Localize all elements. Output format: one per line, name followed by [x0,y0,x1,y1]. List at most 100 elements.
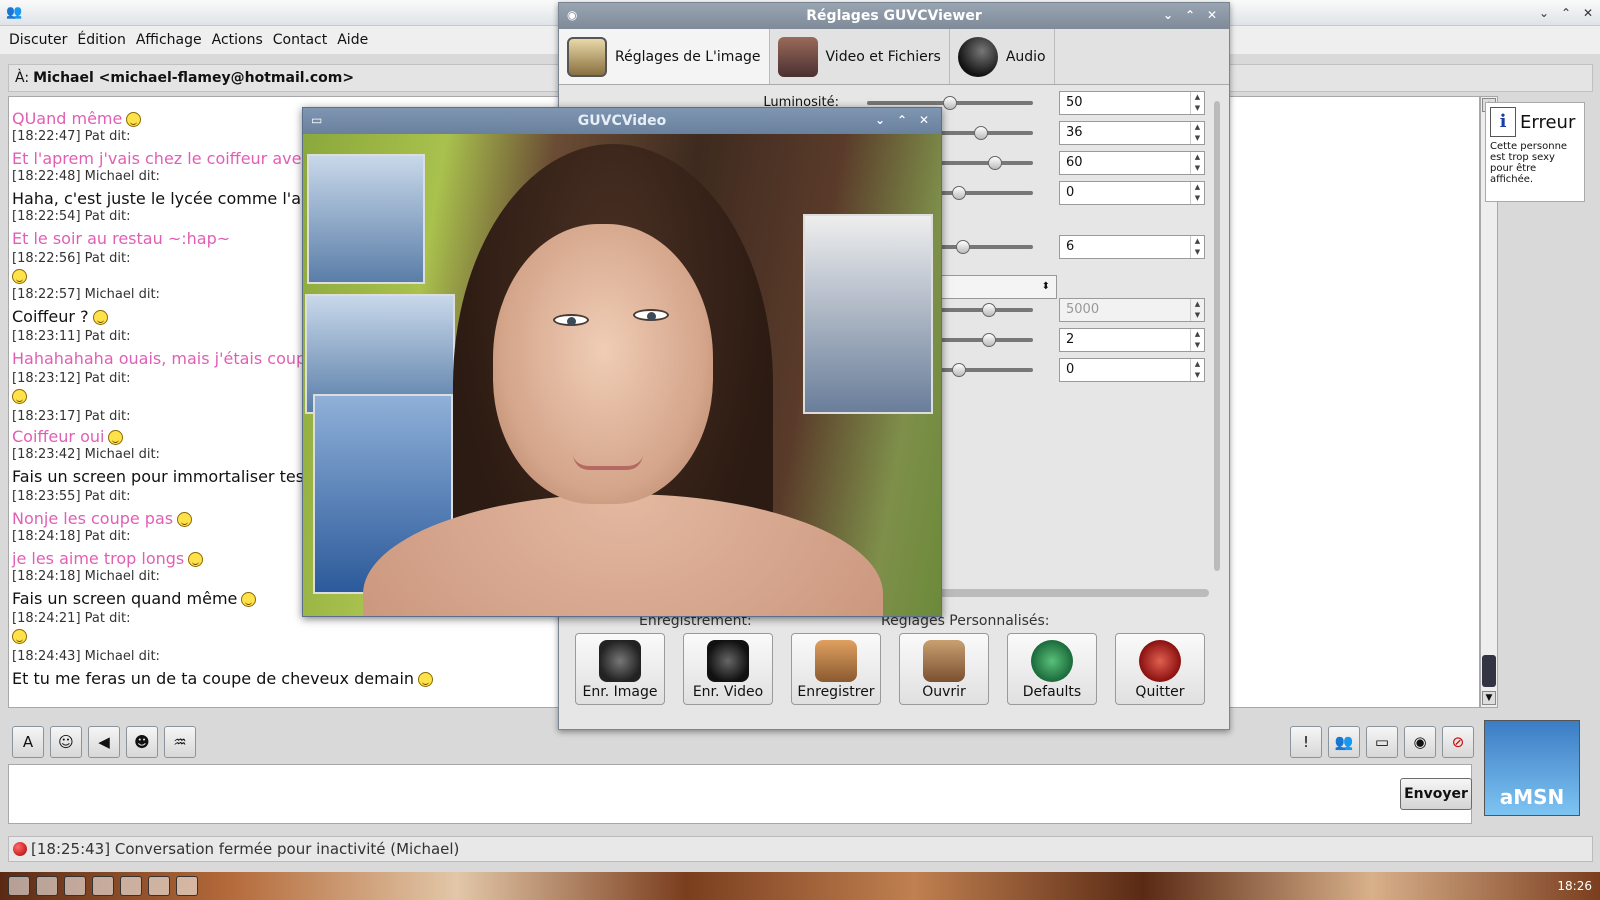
save-video-button[interactable]: Enr. Video [683,633,773,705]
slider-knob[interactable] [982,333,996,347]
settings-maximize-icon[interactable]: ⌃ [1185,8,1195,22]
tab-image-settings[interactable]: Réglages de L'image [559,29,770,84]
maximize-icon[interactable]: ⌃ [1558,5,1574,21]
settings-hscroll[interactable] [939,589,1209,597]
menu-discuter[interactable]: Discuter [4,32,72,48]
spin-arrows-icon[interactable]: ▲ ▼ [1190,359,1204,381]
message-header: [18:23:11] Pat dit: [12,329,131,344]
value-spinbox[interactable]: 6 ▲ ▼ [1059,235,1205,259]
close-icon[interactable]: ✕ [1580,5,1596,21]
start-menu-icon[interactable] [8,876,30,896]
slider-knob[interactable] [982,303,996,317]
terminal-icon[interactable] [64,876,86,896]
slider-knob[interactable] [952,186,966,200]
status-bar: [18:25:43] Conversation fermée pour inac… [8,836,1593,862]
send-button[interactable]: Envoyer [1400,778,1472,810]
block-icon[interactable]: ⊘ [1442,726,1474,758]
message-body: Hahahahaha ouais, mais j'étais coup [12,349,307,368]
menu-aide[interactable]: Aide [332,32,373,48]
file-manager-icon[interactable] [36,876,58,896]
spin-arrows-icon[interactable]: ▲ ▼ [1190,152,1204,174]
browser-icon[interactable] [92,876,114,896]
my-avatar[interactable]: aMSN [1484,720,1580,816]
tab-audio[interactable]: Audio [950,29,1055,84]
nudge-icon[interactable]: ♒ [164,726,196,758]
wink-icon[interactable]: ☻ [126,726,158,758]
invite-contact-icon[interactable]: 👥 [1328,726,1360,758]
record-button[interactable]: Enregistrer [791,633,881,705]
smiley-icon [12,269,27,284]
spin-arrows-icon[interactable]: ▲ ▼ [1190,236,1204,258]
video-title: GUVCVideo [577,113,667,129]
left-eye [553,314,589,326]
message-header: [18:24:18] Pat dit: [12,529,131,544]
spin-arrows-icon[interactable]: ▲ ▼ [1190,299,1204,321]
spin-arrows-icon[interactable]: ▲ ▼ [1190,92,1204,114]
slider-knob[interactable] [955,240,970,254]
slider-knob[interactable] [973,126,988,140]
value-spinbox[interactable]: 36 ▲ ▼ [1059,121,1205,145]
webcam-icon[interactable]: ◉ [1404,726,1436,758]
message-header: [18:23:42] Michael dit: [12,447,160,462]
defaults-label: Defaults [1022,684,1082,700]
film-reel-icon [777,36,818,77]
value-spinbox[interactable]: 60 ▲ ▼ [1059,151,1205,175]
value-spinbox[interactable]: 0 ▲ ▼ [1059,358,1205,382]
tab-video-label: Video et Fichiers [825,48,941,65]
save-image-button[interactable]: Enr. Image [575,633,665,705]
open-button[interactable]: Ouvrir [899,633,989,705]
value-spinbox[interactable]: 2 ▲ ▼ [1059,328,1205,352]
warning-icon[interactable]: ! [1290,726,1322,758]
font-icon[interactable]: A [12,726,44,758]
control-slider[interactable] [939,156,1033,170]
message-input[interactable] [8,764,1472,824]
refresh-icon [1031,640,1073,682]
control-slider[interactable] [939,333,1033,347]
smiley-icon [12,629,27,644]
spin-arrows-icon[interactable]: ▲ ▼ [1190,182,1204,204]
spin-arrows-icon[interactable]: ▲ ▼ [1190,122,1204,144]
settings-close-icon[interactable]: ✕ [1207,8,1217,22]
settings-minimize-icon[interactable]: ⌄ [1163,8,1173,22]
send-file-icon[interactable]: ▭ [1366,726,1398,758]
value-spinbox[interactable]: 50 ▲ ▼ [1059,91,1205,115]
guvc-video-window: ▭ GUVCVideo ⌄ ⌃ ✕ [302,107,942,617]
spin-arrows-icon[interactable]: ▲ ▼ [1190,329,1204,351]
menu-contact[interactable]: Contact [268,32,332,48]
menu-edition[interactable]: Édition [72,32,130,48]
control-slider[interactable] [939,240,1033,254]
voice-clip-icon[interactable]: ◀ [88,726,120,758]
control-slider[interactable] [867,96,1033,110]
settings-vscroll[interactable] [1213,101,1221,581]
value-spinbox[interactable]: 0 ▲ ▼ [1059,181,1205,205]
defaults-button[interactable]: Defaults [1007,633,1097,705]
webcam-task-icon[interactable] [148,876,170,896]
control-slider[interactable] [939,303,1033,317]
video-maximize-icon[interactable]: ⌃ [897,113,907,127]
spinbox-value: 2 [1066,332,1075,347]
slider-knob[interactable] [943,96,957,110]
scroll-thumb[interactable] [1482,655,1496,687]
tab-video-files[interactable]: Video et Fichiers [770,29,950,84]
video-close-icon[interactable]: ✕ [919,113,929,127]
settings-titlebar: ◉ Réglages GUVCViewer ⌄ ⌃ ✕ [559,3,1229,29]
menu-affichage[interactable]: Affichage [131,32,207,48]
taskbar: 18:26 [0,872,1600,900]
slider-knob[interactable] [988,156,1002,170]
slider-knob[interactable] [952,363,966,377]
settings-combo[interactable]: ⬍ [939,275,1057,299]
scroll-down-arrow-icon[interactable]: ▼ [1482,691,1496,705]
video-minimize-icon[interactable]: ⌄ [875,113,885,127]
control-slider[interactable] [939,186,1033,200]
quit-button[interactable]: Quitter [1115,633,1205,705]
minimize-icon[interactable]: ⌄ [1536,5,1552,21]
smiley-icon[interactable]: ☺ [50,726,82,758]
message-text: Et l'aprem j'vais chez le coiffeur avec [12,149,310,168]
value-spinbox[interactable]: 5000 ▲ ▼ [1059,298,1205,322]
menu-actions[interactable]: Actions [207,32,268,48]
spinbox-value: 0 [1066,362,1075,377]
control-slider[interactable] [939,363,1033,377]
control-slider[interactable] [939,126,1033,140]
folder-task-icon[interactable] [176,876,198,896]
amsn-task-icon[interactable] [120,876,142,896]
